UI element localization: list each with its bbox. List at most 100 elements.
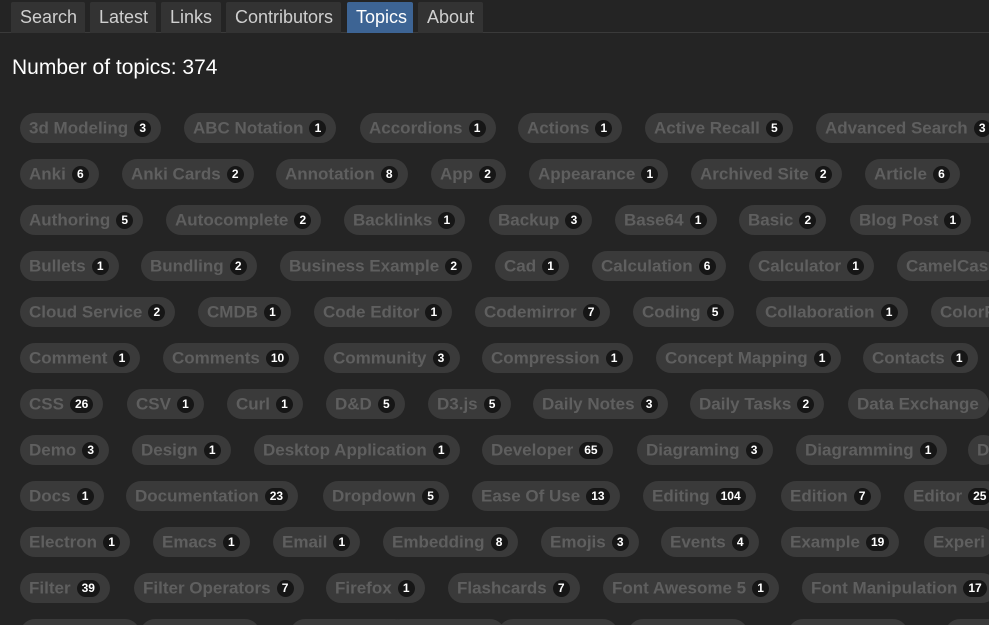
topic-tag[interactable]: Collaboration 1 xyxy=(756,297,908,327)
topic-tag[interactable]: Docs 1 xyxy=(20,481,104,511)
topic-count-badge: 17 xyxy=(963,580,987,598)
topic-tag[interactable]: Font Awesome 5 1 xyxy=(603,573,780,603)
topic-tag[interactable]: Annotation 8 xyxy=(276,159,408,189)
topic-tag[interactable]: Anki Cards 2 xyxy=(122,159,254,189)
topic-tag[interactable]: Concept Mapping 1 xyxy=(656,343,841,373)
topic-tag[interactable]: Community 3 xyxy=(324,343,460,373)
topic-tag[interactable]: Curl 1 xyxy=(227,389,303,419)
topic-tag[interactable] xyxy=(20,619,140,625)
topic-tag[interactable]: Emacs 1 xyxy=(153,527,250,557)
topic-tag[interactable]: Advanced Search 3 xyxy=(816,113,989,143)
topic-tag[interactable]: Contacts 1 xyxy=(863,343,978,373)
topic-tag[interactable]: Calculation 6 xyxy=(592,251,726,281)
tab-topics[interactable]: Topics xyxy=(347,2,413,33)
topic-tag[interactable]: Example 19 xyxy=(781,527,900,557)
topic-tag[interactable]: Experi xyxy=(924,527,989,557)
topic-tag[interactable]: Embedding 8 xyxy=(383,527,518,557)
tab-links[interactable]: Links xyxy=(161,2,221,33)
topic-tag[interactable]: Editor 25 xyxy=(904,481,989,511)
topic-tag[interactable]: Data Exchange xyxy=(848,389,989,419)
topic-tag[interactable]: CamelCas xyxy=(897,251,989,281)
topic-tag[interactable]: Daily Tasks 2 xyxy=(690,389,825,419)
topic-tag[interactable]: Coding 5 xyxy=(633,297,734,327)
topic-tag[interactable] xyxy=(945,619,989,625)
topic-tag[interactable]: Email 1 xyxy=(273,527,361,557)
topic-tag[interactable]: Font Manipulation 17 xyxy=(802,573,989,603)
topic-tag[interactable]: Actions 1 xyxy=(518,113,623,143)
topic-tag[interactable]: Compression 1 xyxy=(482,343,633,373)
topic-tag[interactable]: Basic 2 xyxy=(739,205,827,235)
topic-count-badge: 23 xyxy=(264,488,289,506)
topic-tag[interactable]: Filter Operators 7 xyxy=(134,573,304,603)
topic-tag[interactable]: Diagramming 1 xyxy=(796,435,947,465)
topic-tag[interactable]: Comment 1 xyxy=(20,343,141,373)
topic-tag[interactable]: D xyxy=(968,435,989,465)
topic-tag[interactable]: Backlinks 1 xyxy=(344,205,466,235)
topic-label: Editing xyxy=(652,486,710,506)
topic-count-badge: 4 xyxy=(731,534,749,552)
topic-count-badge: 7 xyxy=(853,488,871,506)
topic-label: Advanced Search xyxy=(825,118,968,138)
topic-tag[interactable]: CSS 26 xyxy=(20,389,104,419)
topic-tag[interactable]: Article 6 xyxy=(865,159,960,189)
topic-label: Filter Operators xyxy=(143,578,271,598)
topic-tag[interactable]: Archived Site 2 xyxy=(691,159,842,189)
tab-search[interactable]: Search xyxy=(11,2,85,33)
topic-tag[interactable]: Documentation 23 xyxy=(126,481,299,511)
topic-tag[interactable]: App 2 xyxy=(431,159,507,189)
topic-tag[interactable]: Backup 3 xyxy=(489,205,593,235)
topic-tag[interactable]: Developer 65 xyxy=(482,435,613,465)
topic-tag[interactable]: Autocomplete 2 xyxy=(166,205,322,235)
tab-latest[interactable]: Latest xyxy=(90,2,156,33)
topic-tag[interactable]: ColorF xyxy=(931,297,989,327)
topic-tag[interactable] xyxy=(385,619,505,625)
tab-contributors[interactable]: Contributors xyxy=(226,2,341,33)
topic-tag[interactable]: D3.js 5 xyxy=(428,389,511,419)
topic-tag[interactable]: Diagraming 3 xyxy=(637,435,773,465)
topic-tag[interactable] xyxy=(498,619,618,625)
topic-tag[interactable]: Anki 6 xyxy=(20,159,99,189)
topic-tag[interactable] xyxy=(628,619,748,625)
topic-tag[interactable]: Editing 104 xyxy=(643,481,756,511)
topic-tag[interactable] xyxy=(140,619,260,625)
topic-tag[interactable]: Codemirror 7 xyxy=(475,297,610,327)
topic-tag[interactable]: 3d Modeling 3 xyxy=(20,113,162,143)
topic-tag[interactable]: Events 4 xyxy=(661,527,759,557)
topic-tag[interactable]: Appearance 1 xyxy=(529,159,669,189)
topic-count-badge: 2 xyxy=(814,166,832,184)
topic-tag[interactable] xyxy=(788,619,908,625)
topic-tag[interactable]: Daily Notes 3 xyxy=(533,389,668,419)
topic-tag[interactable]: Flashcards 7 xyxy=(448,573,580,603)
topic-tag[interactable]: Firefox 1 xyxy=(326,573,425,603)
topic-tag[interactable]: Filter 39 xyxy=(20,573,110,603)
topic-label: Article xyxy=(874,164,927,184)
topic-tag[interactable]: Bullets 1 xyxy=(20,251,119,281)
topic-tag[interactable]: CMDB 1 xyxy=(198,297,291,327)
topic-tag[interactable]: Desktop Application 1 xyxy=(254,435,460,465)
topic-count-badge: 1 xyxy=(276,396,293,414)
topic-tag[interactable]: Electron 1 xyxy=(20,527,131,557)
topic-tag[interactable]: Cloud Service 2 xyxy=(20,297,176,327)
topic-tag[interactable]: Design 1 xyxy=(132,435,231,465)
topic-tag[interactable]: CSV 1 xyxy=(127,389,204,419)
topic-tag[interactable]: Ease Of Use 13 xyxy=(472,481,620,511)
topic-tag[interactable]: Dropdown 5 xyxy=(323,481,450,511)
topic-tag[interactable]: Blog Post 1 xyxy=(850,205,972,235)
topic-tag[interactable]: ABC Notation 1 xyxy=(184,113,337,143)
topic-tag[interactable]: Comments 10 xyxy=(163,343,300,373)
topic-tag[interactable]: Edition 7 xyxy=(781,481,881,511)
topic-tag[interactable]: Demo 3 xyxy=(20,435,110,465)
topic-tag[interactable]: Emojis 3 xyxy=(541,527,639,557)
topic-tag[interactable]: Calculator 1 xyxy=(749,251,875,281)
topic-tag[interactable]: D&D 5 xyxy=(326,389,405,419)
topic-tag[interactable]: Bundling 2 xyxy=(141,251,257,281)
topic-tag[interactable]: Cad 1 xyxy=(495,251,570,281)
topic-tag[interactable]: Accordions 1 xyxy=(360,113,496,143)
topic-tag[interactable]: Active Recall 5 xyxy=(645,113,793,143)
topic-tag[interactable]: Authoring 5 xyxy=(20,205,144,235)
topic-tag[interactable]: Business Example 2 xyxy=(280,251,473,281)
topic-count-badge: 1 xyxy=(438,212,456,230)
topic-tag[interactable]: Base64 1 xyxy=(615,205,717,235)
topic-tag[interactable]: Code Editor 1 xyxy=(314,297,453,327)
tab-about[interactable]: About xyxy=(418,2,483,33)
